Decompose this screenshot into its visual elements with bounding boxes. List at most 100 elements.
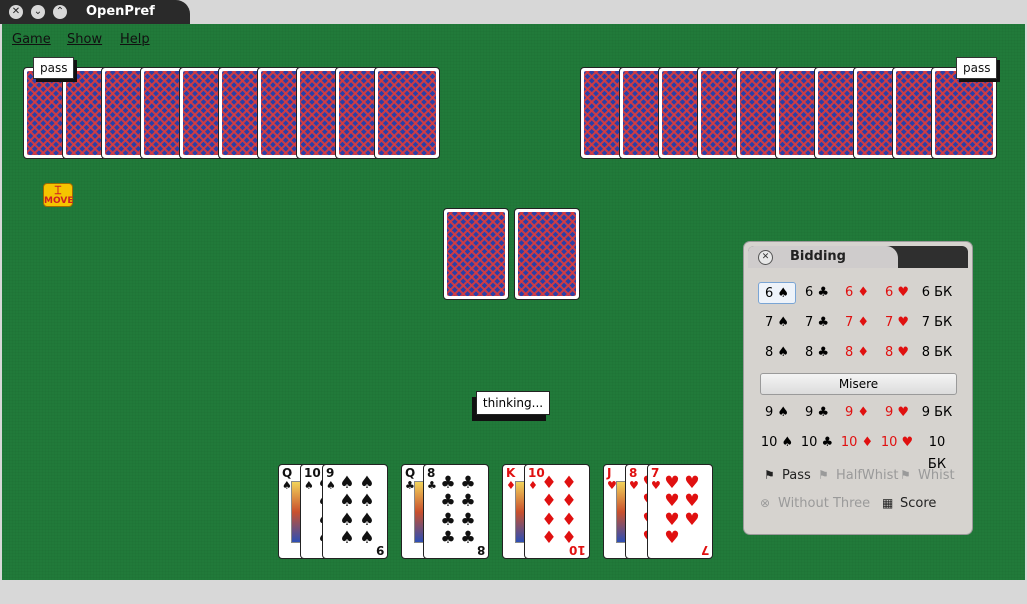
without-three-label: Without Three bbox=[778, 496, 871, 511]
menu-show[interactable]: Show bbox=[67, 32, 102, 47]
bid-button[interactable]: 9 ♠ bbox=[758, 402, 796, 424]
bid-button[interactable]: 9 ♥ bbox=[878, 402, 916, 424]
suit-pip-icon: ♦ bbox=[541, 491, 557, 512]
card-rank: 8 bbox=[427, 466, 436, 480]
score-label: Score bbox=[900, 496, 937, 511]
suit-pip-icon: ♥ bbox=[664, 509, 680, 530]
card-pips: ♥ ♥ ♥ ♥ ♥ ♥ ♥ bbox=[662, 475, 702, 547]
suit-pip-icon: ♠ bbox=[359, 491, 375, 512]
whist-button[interactable]: ⚑ Whist bbox=[900, 468, 955, 483]
suit-pip-icon: ♠ bbox=[339, 491, 355, 512]
without-three-button[interactable]: ⊗ Without Three bbox=[760, 496, 870, 511]
card-suit-icon: ♠ bbox=[304, 479, 314, 492]
bid-button[interactable]: 10 ♣ bbox=[798, 432, 836, 454]
pass-button[interactable]: ⚑ Pass bbox=[764, 468, 811, 483]
bid-button[interactable]: 9 ♦ bbox=[838, 402, 876, 424]
suit-pip-icon: ♠ bbox=[339, 527, 355, 548]
hand-card[interactable]: 9 ♠ ♠ ♠ ♠ ♠ ♠ ♠ ♠ ♠ 9 bbox=[322, 464, 388, 559]
bidding-panel: ✕ Bidding 6 ♠ 6 ♣ 6 ♦ 6 ♥ 6 БК 7 ♠ 7 ♣ 7 ♦ 7 ♥ 7 … bbox=[744, 242, 972, 534]
bid-button[interactable]: 8 ♦ bbox=[838, 342, 876, 364]
suit-pip-icon: ♠ bbox=[339, 473, 355, 493]
misere-button[interactable]: Misere bbox=[760, 373, 957, 395]
suit-pip-icon: ♣ bbox=[440, 473, 456, 493]
suit-pip-icon: ♦ bbox=[541, 527, 557, 548]
cancel-icon: ⊗ bbox=[760, 496, 771, 510]
suit-pip-icon: ♣ bbox=[460, 527, 476, 548]
suit-pip-icon: ♣ bbox=[440, 509, 456, 530]
flag-icon: ⚑ bbox=[900, 468, 911, 482]
flag-icon: ⚑ bbox=[764, 468, 775, 482]
suit-pip-icon: ♦ bbox=[561, 473, 577, 493]
card-rank-bottom: 8 bbox=[476, 543, 485, 557]
hand-card[interactable]: 7 ♥ ♥ ♥ ♥ ♥ ♥ ♥ ♥ 7 bbox=[647, 464, 713, 559]
card-rank-bottom: 9 bbox=[375, 543, 384, 557]
bid-button[interactable]: 10 ♥ bbox=[878, 432, 916, 454]
suit-pip-icon: ♠ bbox=[359, 473, 375, 493]
suit-pip-icon: ♠ bbox=[359, 509, 375, 530]
halfwhist-label: HalfWhist bbox=[836, 468, 899, 483]
scoresheet-icon: ▦ bbox=[882, 496, 894, 510]
card-rank: 9 bbox=[326, 466, 335, 480]
bid-button[interactable]: 7 ♥ bbox=[878, 312, 916, 334]
card-suit-icon: ♠ bbox=[326, 479, 336, 492]
suit-pip-icon: ♦ bbox=[541, 473, 557, 493]
hand-card[interactable]: 8 ♣ ♣ ♣ ♣ ♣ ♣ ♣ ♣ ♣ 8 bbox=[423, 464, 489, 559]
card-suit-icon: ♦ bbox=[528, 479, 538, 492]
flag-icon: ⚑ bbox=[818, 468, 829, 482]
bidding-panel-header: ✕ Bidding bbox=[748, 246, 968, 268]
bid-button[interactable]: 9 БК bbox=[918, 402, 956, 424]
menu-game[interactable]: Game bbox=[12, 32, 51, 47]
card-suit-icon: ♥ bbox=[651, 479, 661, 492]
bid-button[interactable]: 7 ♦ bbox=[838, 312, 876, 334]
card-rank-bottom: 10 bbox=[569, 543, 586, 557]
bid-button[interactable]: 10 БК bbox=[918, 432, 956, 472]
card-rank: Q bbox=[282, 466, 293, 480]
bid-button[interactable]: 6 ♥ bbox=[878, 282, 916, 304]
maximize-icon[interactable]: ⌃ bbox=[53, 5, 67, 19]
bid-button[interactable]: 8 ♣ bbox=[798, 342, 836, 364]
bid-button[interactable]: 8 ♠ bbox=[758, 342, 796, 364]
left-player-status: pass bbox=[33, 57, 75, 79]
suit-pip-icon: ♣ bbox=[440, 527, 456, 548]
score-button[interactable]: ▦ Score bbox=[882, 496, 936, 511]
bid-button[interactable]: 10 ♦ bbox=[838, 432, 876, 454]
bid-button[interactable]: 7 ♠ bbox=[758, 312, 796, 334]
suit-pip-icon: ♦ bbox=[561, 509, 577, 530]
bid-button[interactable]: 6 ♦ bbox=[838, 282, 876, 304]
suit-pip-icon: ♥ bbox=[684, 473, 700, 493]
window-title: OpenPref bbox=[86, 4, 155, 19]
hand-card[interactable]: 10 ♦ ♦ ♦ ♦ ♦ ♦ ♦ ♦ ♦ 10 bbox=[524, 464, 590, 559]
bid-button[interactable]: 6 БК bbox=[918, 282, 956, 304]
suit-pip-icon: ♠ bbox=[359, 527, 375, 548]
bid-button[interactable]: 6 ♠ bbox=[758, 282, 796, 304]
suit-pip-icon: ♣ bbox=[440, 491, 456, 512]
card-rank: Q bbox=[405, 466, 416, 480]
bid-button[interactable]: 9 ♣ bbox=[798, 402, 836, 424]
minimize-icon[interactable]: ⌄ bbox=[31, 5, 45, 19]
status-bar bbox=[0, 580, 1027, 604]
card-pips: ♦ ♦ ♦ ♦ ♦ ♦ ♦ ♦ bbox=[539, 475, 579, 547]
suit-pip-icon: ♥ bbox=[684, 491, 700, 512]
bid-button[interactable]: 6 ♣ bbox=[798, 282, 836, 304]
bid-button[interactable]: 8 БК bbox=[918, 342, 956, 364]
suit-pip-icon: ♦ bbox=[541, 509, 557, 530]
bid-button[interactable]: 10 ♠ bbox=[758, 432, 796, 454]
bid-button[interactable]: 8 ♥ bbox=[878, 342, 916, 364]
title-tab: ✕ ⌄ ⌃ OpenPref bbox=[0, 0, 190, 24]
close-icon[interactable]: ✕ bbox=[9, 5, 23, 19]
card-rank: 7 bbox=[651, 466, 660, 480]
suit-pip-icon: ♥ bbox=[664, 491, 680, 512]
card-rank-bottom: 7 bbox=[700, 543, 709, 557]
right-player-status: pass bbox=[956, 57, 998, 79]
card-suit-icon: ♣ bbox=[427, 479, 437, 492]
opponent-card-back bbox=[931, 67, 997, 159]
bid-button[interactable]: 7 БК bbox=[918, 312, 956, 334]
suit-pip-icon: ♣ bbox=[460, 509, 476, 530]
bidding-panel-title: Bidding bbox=[790, 249, 846, 264]
menu-help[interactable]: Help bbox=[120, 32, 150, 47]
talon-card bbox=[443, 208, 509, 300]
halfwhist-button[interactable]: ⚑ HalfWhist bbox=[818, 468, 899, 483]
bid-button[interactable]: 7 ♣ bbox=[798, 312, 836, 334]
close-icon[interactable]: ✕ bbox=[758, 250, 773, 265]
suit-pip-icon: ♥ bbox=[664, 527, 680, 548]
